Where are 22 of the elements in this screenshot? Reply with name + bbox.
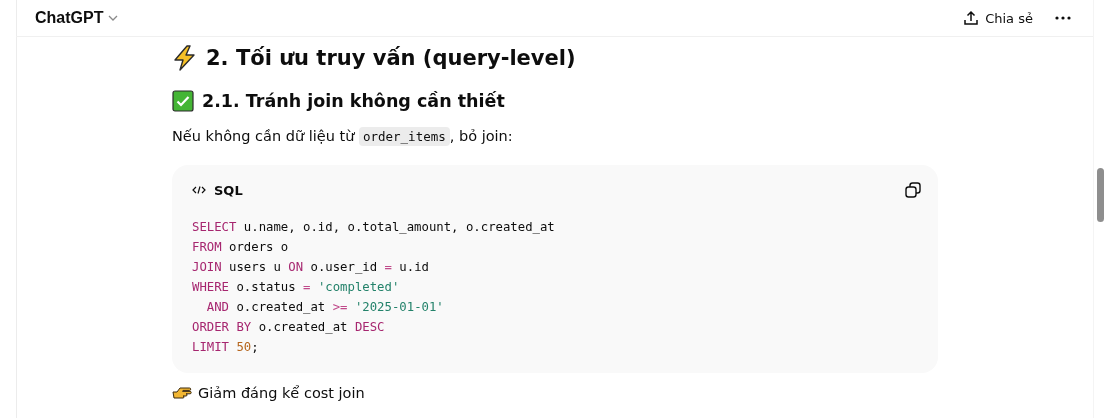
- code-line: LIMIT 50;: [192, 339, 259, 356]
- model-selector[interactable]: ChatGPT: [35, 9, 120, 27]
- section-heading: 2. Tối ưu truy vấn (query-level): [206, 46, 576, 70]
- copy-icon[interactable]: [904, 181, 922, 199]
- share-icon: [963, 10, 980, 26]
- code-line: ORDER BY o.created_at DESC: [192, 319, 385, 336]
- check-mark-icon: [172, 90, 194, 112]
- note-text: Giảm đáng kể cost join: [198, 385, 365, 401]
- code-line: AND o.created_at >= '2025-01-01': [205, 299, 444, 316]
- code-line: JOIN users u ON o.user_id = u.id: [192, 259, 429, 276]
- pointing-hand-icon: [172, 386, 192, 400]
- chevron-down-icon: [107, 14, 120, 22]
- code-line: WHERE o.status = 'completed': [192, 279, 400, 296]
- subsection-heading: 2.1. Tránh join không cần thiết: [202, 91, 505, 111]
- code-icon: [192, 185, 206, 195]
- inline-code: order_items: [358, 127, 450, 146]
- share-button[interactable]: Chia sẻ: [959, 6, 1037, 30]
- scrollbar-thumb[interactable]: [1097, 168, 1104, 222]
- code-line: FROM orders o: [192, 239, 289, 256]
- code-language-label: SQL: [214, 182, 243, 198]
- code-line: SELECT u.name, o.id, o.total_amount, o.created_at: [192, 219, 555, 236]
- paragraph: Nếu không cần dữ liệu từ order_items , bỏ join:: [172, 126, 514, 148]
